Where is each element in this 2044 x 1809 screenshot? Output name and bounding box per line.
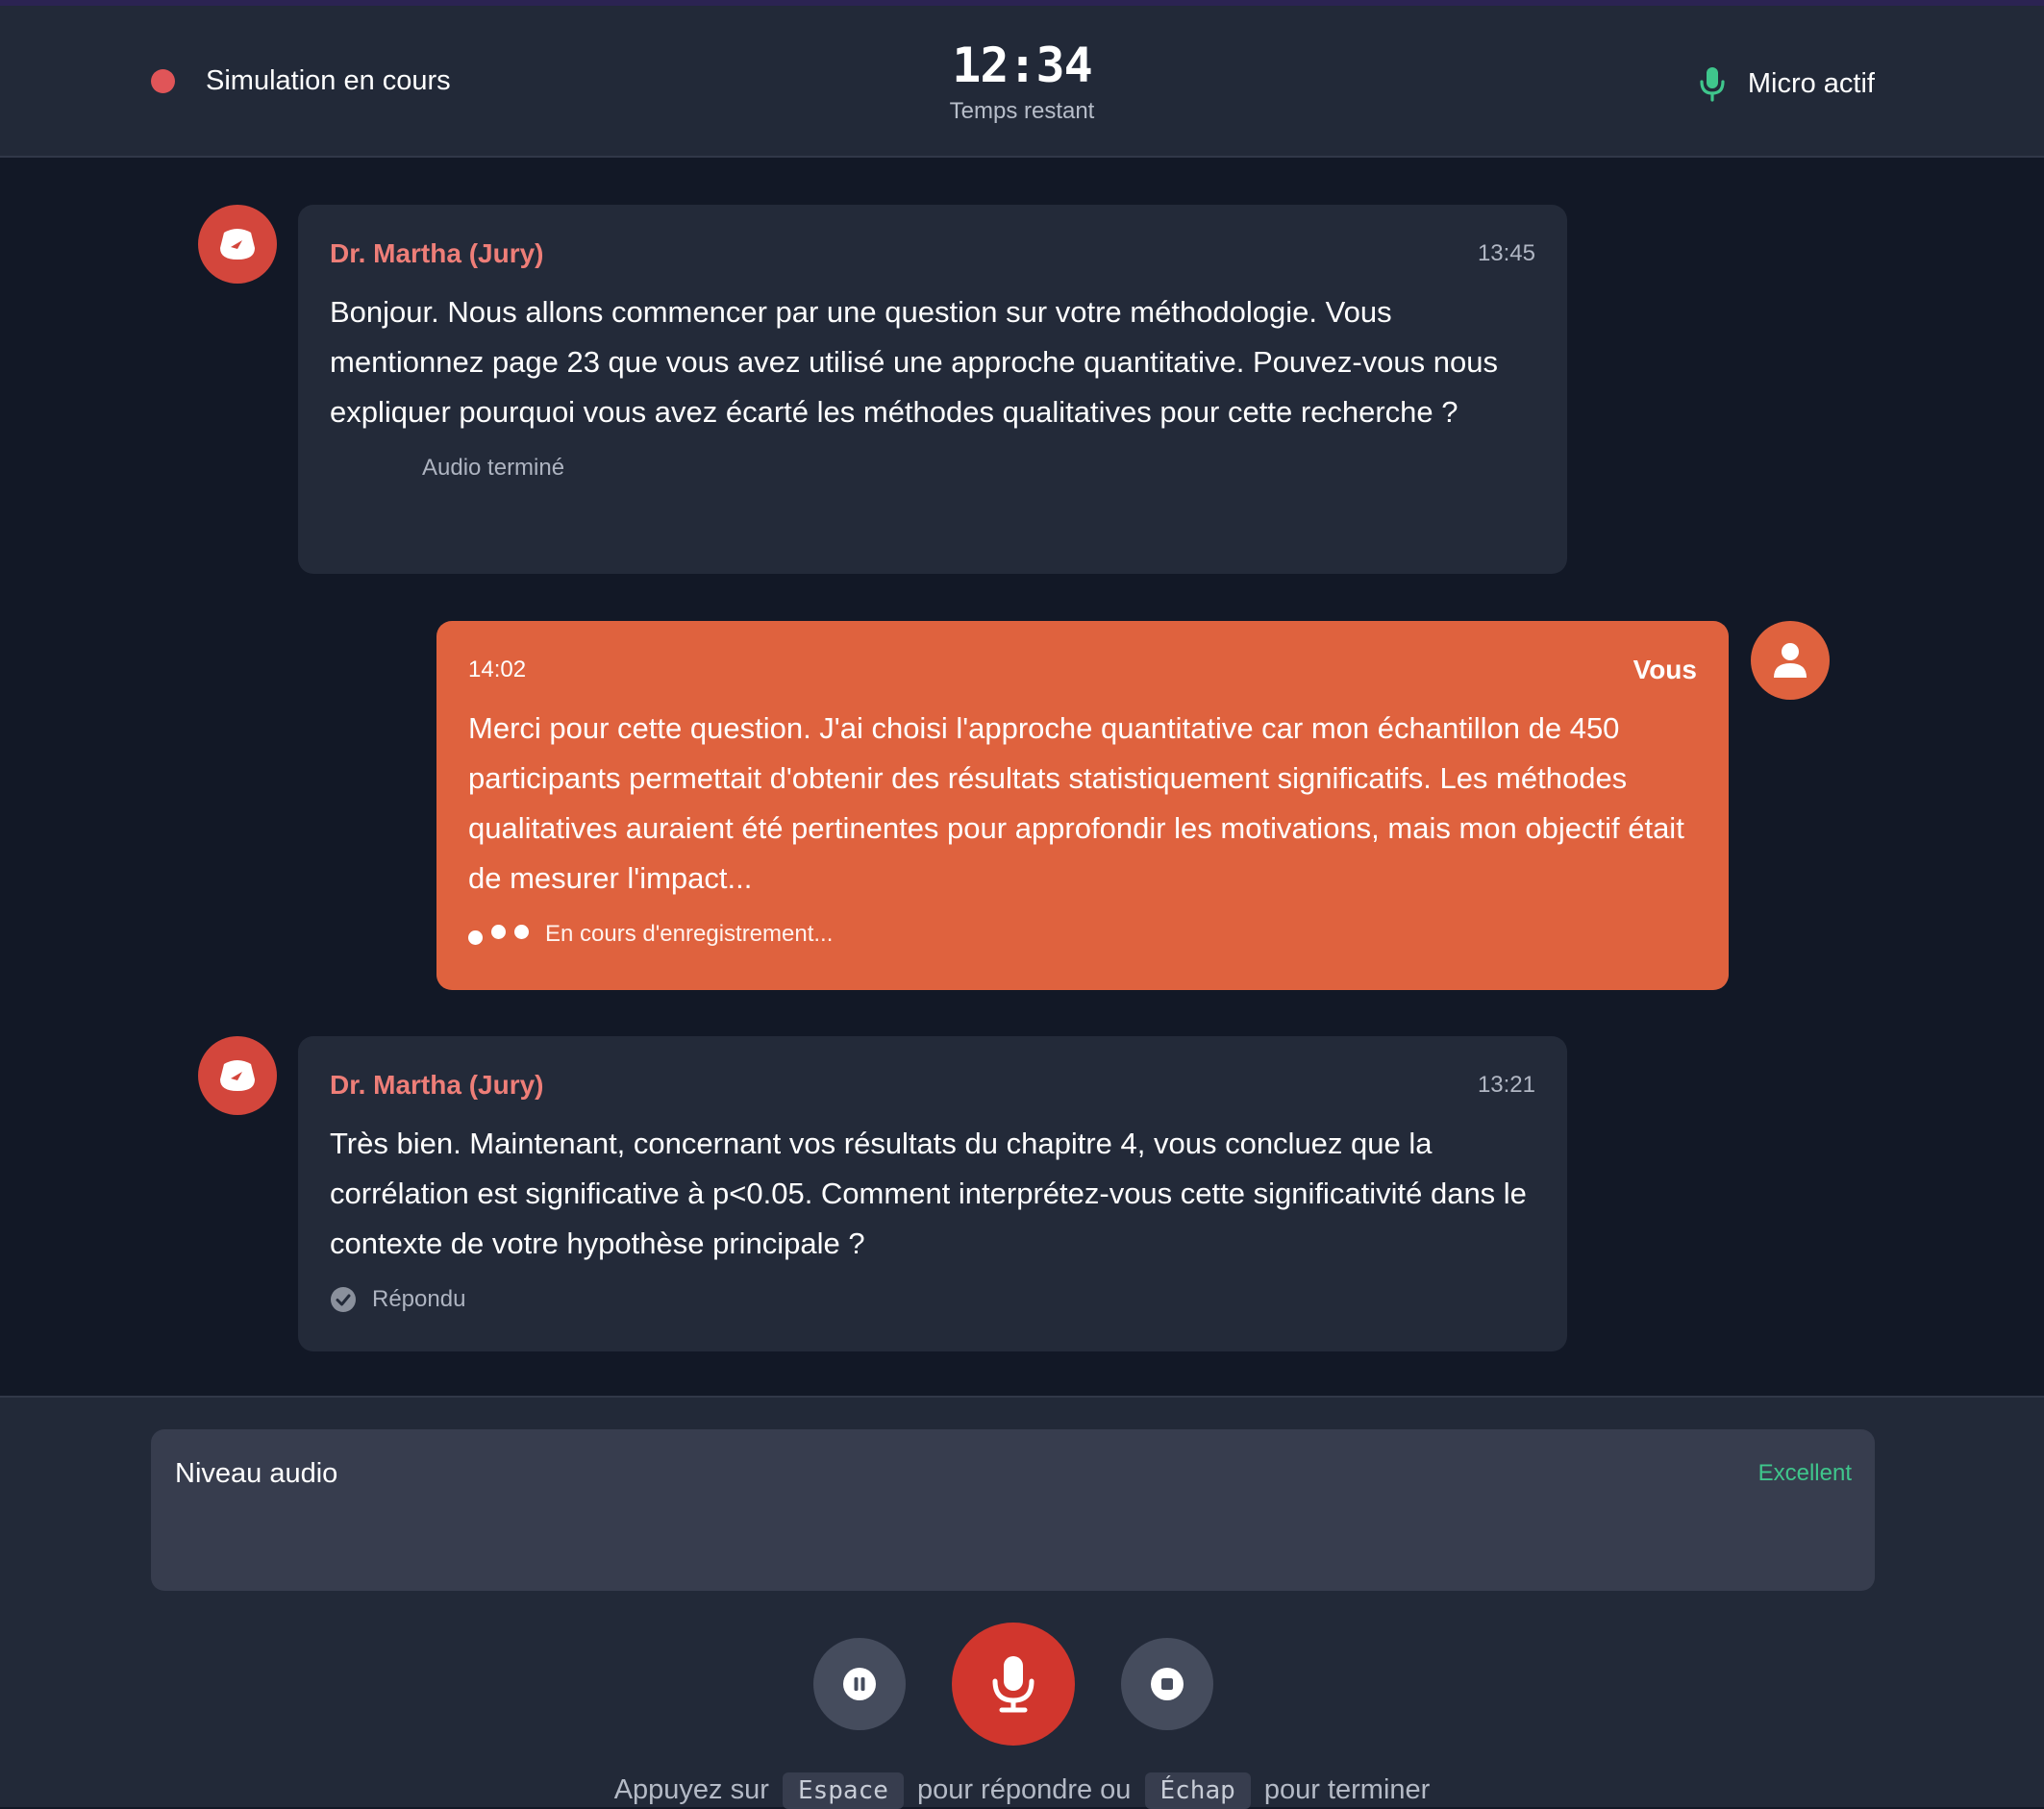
message-status-label: Audio terminé [422, 455, 565, 481]
user-icon [1774, 643, 1807, 678]
message-status-label: Répondu [372, 1286, 466, 1312]
message-sender: Dr. Martha (Jury) [330, 238, 544, 268]
record-mic-button[interactable] [952, 1623, 1075, 1746]
message-text: Bonjour. Nous allons commencer par une q… [330, 295, 1498, 429]
jury-avatar [198, 1036, 277, 1115]
message-bubble-user: 14:02 Vous Merci pour cette question. J'… [436, 621, 1729, 990]
hint-text: pour terminer [1263, 1774, 1431, 1805]
escape-key-badge: Échap [1144, 1772, 1251, 1809]
pause-icon [843, 1668, 876, 1700]
message-time: 13:45 [1477, 240, 1535, 266]
message-bubble-jury: Dr. Martha (Jury) 13:45 Bonjour. Nous al… [298, 205, 1567, 574]
user-avatar [1751, 621, 1830, 700]
message-status: Répondu [330, 1282, 1535, 1317]
gauge-icon [220, 229, 255, 260]
stop-icon [1151, 1668, 1184, 1700]
conversation-thread: Dr. Martha (Jury) 13:45 Bonjour. Nous al… [0, 160, 2044, 1396]
message-bubble-jury: Dr. Martha (Jury) 13:21 Très bien. Maint… [298, 1036, 1567, 1351]
microphone-icon [1700, 67, 1725, 102]
typing-dots-icon [468, 924, 537, 945]
message-text: Très bien. Maintenant, concernant vos ré… [330, 1127, 1527, 1260]
keyboard-hint: Appuyez sur Espace pour répondre ou Écha… [0, 1772, 2044, 1809]
control-panel: Niveau audio Excellent Appuyez sur Espac… [0, 1396, 2044, 1809]
message-time: 14:02 [468, 657, 527, 682]
message-text: Merci pour cette question. J'ai choisi l… [468, 711, 1684, 895]
session-header: Simulation en cours 12:34 Temps restant … [0, 6, 2044, 158]
mic-status-label: Micro actif [1747, 67, 1875, 99]
microphone-icon [992, 1656, 1034, 1713]
message-sender: Dr. Martha (Jury) [330, 1070, 544, 1100]
message-status: En cours d'enregistrement... [468, 917, 1697, 952]
jury-avatar [198, 205, 277, 284]
hint-text: Appuyez sur [613, 1774, 769, 1805]
stop-button[interactable] [1121, 1638, 1213, 1730]
gauge-icon [220, 1060, 255, 1091]
timer-label: Temps restant [949, 98, 1095, 124]
message-time: 13:21 [1477, 1072, 1535, 1098]
message-status-label: En cours d'enregistrement... [545, 921, 834, 947]
space-key-badge: Espace [782, 1772, 904, 1809]
hint-text: pour répondre ou [916, 1774, 1132, 1805]
pause-button[interactable] [813, 1638, 906, 1730]
mic-status: Micro actif [1698, 65, 1875, 102]
recording-controls [0, 1398, 2044, 1809]
message-sender: Vous [1633, 655, 1697, 684]
check-circle-icon [331, 1287, 356, 1312]
message-status: Audio terminé [330, 451, 1535, 485]
